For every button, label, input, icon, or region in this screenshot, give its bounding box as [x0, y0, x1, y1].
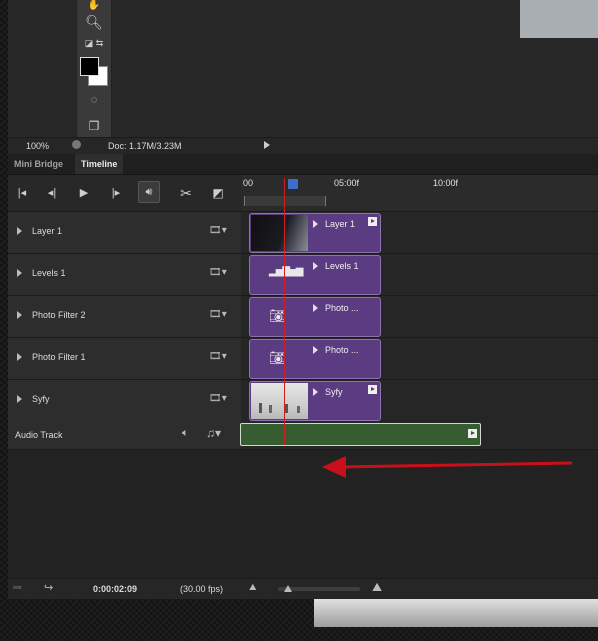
- play-icon[interactable]: ▶: [74, 183, 94, 203]
- zoom-tool-icon[interactable]: 🔍︎: [77, 14, 111, 31]
- doc-size: Doc: 1.17M/3.23M: [108, 141, 182, 151]
- default-colors-icon[interactable]: ◪ ⇆: [77, 38, 111, 49]
- clip-label: Layer 1: [325, 219, 356, 229]
- clip-expand-icon[interactable]: [313, 262, 318, 270]
- annotation-arrow-shaft: [339, 461, 573, 469]
- timeline-panel: Mini Bridge Timeline |◂ ◂| ▶ |▸ 🔊︎ ✂ ◩ 0…: [8, 154, 598, 599]
- convert-frame-animation-icon[interactable]: ▫▫▫: [13, 583, 22, 592]
- foreground-color-swatch[interactable]: [80, 57, 99, 76]
- quick-mask-icon[interactable]: ◌: [77, 94, 111, 106]
- expand-arrow-icon[interactable]: [17, 353, 22, 361]
- film-strip-icon[interactable]: 🎞︎▾: [209, 393, 227, 404]
- clip-end-arrow-icon[interactable]: [468, 429, 477, 438]
- split-at-playhead-icon[interactable]: ✂: [176, 183, 196, 203]
- annotation-arrow: [322, 456, 573, 478]
- adjustment-clip[interactable]: ▂▅▇▅▆ Levels 1: [249, 255, 381, 295]
- timeline-footer: ▫▫▫ ↪ 0:00:02:09 (30.00 fps) ⛰ ⛰: [8, 578, 598, 599]
- layer-row[interactable]: Layer 1 🎞︎▾: [8, 212, 241, 254]
- layer-row[interactable]: Syfy 🎞︎▾: [8, 380, 241, 422]
- layer-name: Syfy: [32, 394, 50, 404]
- film-strip-icon[interactable]: 🎞︎▾: [209, 225, 227, 236]
- expand-arrow-icon[interactable]: [17, 269, 22, 277]
- layer-row[interactable]: Photo Filter 1 🎞︎▾: [8, 338, 241, 380]
- mute-audio-icon[interactable]: 🔈︎: [182, 427, 189, 440]
- clip-thumbnail: [251, 383, 308, 419]
- render-video-icon[interactable]: ↪: [44, 581, 53, 594]
- film-strip-icon[interactable]: 🎞︎▾: [209, 267, 227, 278]
- ruler-label: 10:00f: [433, 178, 459, 188]
- annotation-arrow-head: [322, 456, 346, 478]
- current-timecode[interactable]: 0:00:02:09: [93, 584, 137, 594]
- canvas-image: [520, 0, 598, 38]
- frame-rate[interactable]: (30.00 fps): [180, 584, 223, 594]
- ruler-label: 00: [243, 178, 254, 188]
- zoom-out-icon[interactable]: ⛰: [249, 582, 257, 593]
- work-area-bar[interactable]: [244, 196, 326, 206]
- audio-track-row[interactable]: Audio Track 🔈︎ ♫▾: [8, 421, 241, 450]
- clip-label: Photo ...: [325, 303, 359, 313]
- adjustment-clip[interactable]: 📷︎ Photo ...: [249, 339, 381, 379]
- audio-icon[interactable]: 🔊︎: [138, 181, 160, 203]
- layer-row[interactable]: Photo Filter 2 🎞︎▾: [8, 296, 241, 338]
- layer-name: Layer 1: [32, 226, 63, 236]
- clip-expand-icon[interactable]: [313, 346, 318, 354]
- playhead-handle[interactable]: [288, 179, 298, 189]
- tab-mini-bridge[interactable]: Mini Bridge: [8, 154, 69, 174]
- music-note-icon[interactable]: ♫▾: [206, 426, 221, 440]
- clip-label: Syfy: [325, 387, 343, 397]
- clip-label: Levels 1: [325, 261, 359, 271]
- panel-tab-bar: Mini Bridge Timeline: [8, 154, 598, 175]
- audio-clip[interactable]: [240, 423, 481, 446]
- thumbnail-figure: [259, 403, 262, 413]
- transition-icon[interactable]: ◩: [208, 183, 228, 203]
- levels-icon: ▂▅▇▅▆: [269, 266, 303, 277]
- layer-row[interactable]: Levels 1 🎞︎▾: [8, 254, 241, 296]
- clip-end-arrow-icon[interactable]: [368, 217, 377, 226]
- thumbnail-figure: [297, 406, 300, 413]
- expand-arrow-icon[interactable]: [17, 227, 22, 235]
- clip-label: Photo ...: [325, 345, 359, 355]
- layer-name: Photo Filter 2: [32, 310, 86, 320]
- clip-thumbnail: [251, 215, 308, 251]
- audio-track-label: Audio Track: [15, 430, 63, 440]
- ruler-label: 05:00f: [334, 178, 360, 188]
- film-strip-icon[interactable]: 🎞︎▾: [209, 351, 227, 362]
- video-clip[interactable]: Layer 1: [249, 213, 381, 253]
- clip-expand-icon[interactable]: [313, 388, 318, 396]
- screen-mode-icon[interactable]: ❐: [77, 119, 111, 133]
- go-to-first-frame-icon[interactable]: |◂: [12, 183, 32, 203]
- expand-arrow-icon[interactable]: [17, 395, 22, 403]
- tools-panel: ✋ 🔍︎ ◪ ⇆ ◌ ❐: [76, 0, 112, 144]
- thumbnail-figure: [285, 404, 288, 413]
- video-clip[interactable]: Syfy: [249, 381, 381, 421]
- film-strip-icon[interactable]: 🎞︎▾: [209, 309, 227, 320]
- status-bar: 100% Doc: 1.17M/3.23M: [8, 137, 598, 155]
- clip-expand-icon[interactable]: [313, 220, 318, 228]
- status-menu-icon[interactable]: [72, 140, 81, 149]
- status-menu-arrow-icon[interactable]: [264, 141, 270, 149]
- playhead-line: [284, 178, 285, 445]
- playback-controls: |◂ ◂| ▶ |▸ 🔊︎ ✂ ◩: [8, 175, 241, 212]
- layer-name: Levels 1: [32, 268, 66, 278]
- previous-frame-icon[interactable]: ◂|: [42, 183, 62, 203]
- clip-end-arrow-icon[interactable]: [368, 385, 377, 394]
- zoom-level[interactable]: 100%: [26, 141, 49, 151]
- time-ruler[interactable]: 00 05:00f 10:00f: [241, 175, 598, 212]
- layer-name: Photo Filter 1: [32, 352, 86, 362]
- clip-expand-icon[interactable]: [313, 304, 318, 312]
- expand-arrow-icon[interactable]: [17, 311, 22, 319]
- thumbnail-figure: [269, 405, 272, 413]
- adjustment-clip[interactable]: 📷︎ Photo ...: [249, 297, 381, 337]
- zoom-in-icon[interactable]: ⛰: [372, 580, 382, 595]
- tab-timeline[interactable]: Timeline: [75, 154, 124, 174]
- next-frame-icon[interactable]: |▸: [106, 183, 126, 203]
- zoom-slider-knob[interactable]: [284, 585, 292, 592]
- background-window-strip: [314, 599, 598, 627]
- hand-tool-icon[interactable]: ✋: [77, 0, 111, 11]
